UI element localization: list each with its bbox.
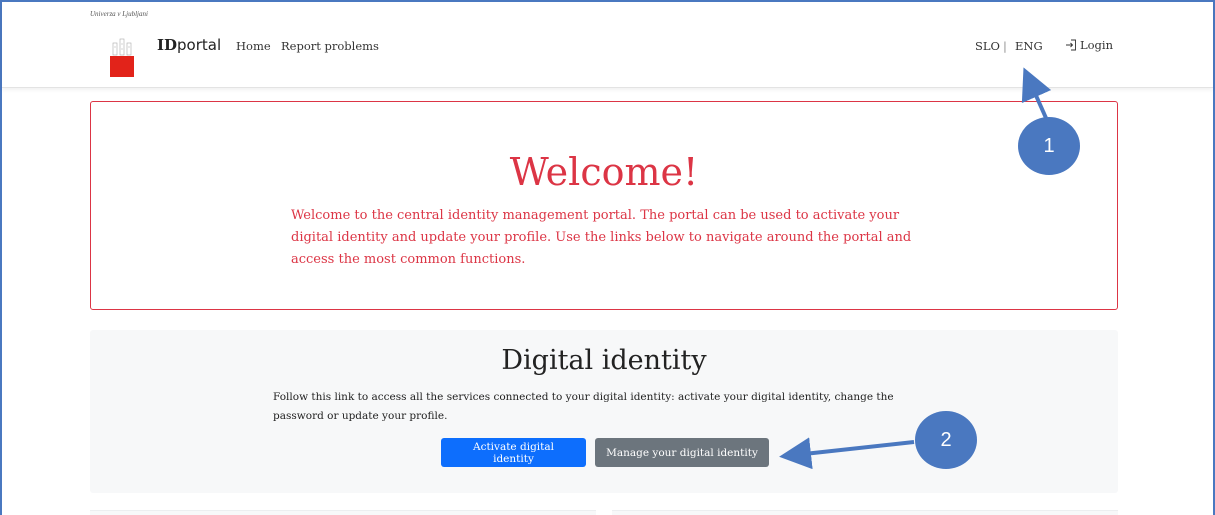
lang-eng-link[interactable]: ENG [1015, 39, 1043, 53]
lang-slo-link[interactable]: SLO [975, 39, 1000, 53]
annotation-marker-1: 1 [1018, 117, 1080, 175]
login-icon [1066, 39, 1076, 51]
annotation-marker-2: 2 [915, 411, 977, 469]
digital-identity-title: Digital identity [501, 345, 707, 376]
manage-digital-identity-button[interactable]: Manage your digital identity [595, 438, 769, 467]
digital-identity-text: Follow this link to access all the servi… [273, 391, 894, 422]
login-label: Login [1080, 38, 1114, 52]
brand-bold: ID [157, 36, 178, 54]
bottom-card-right [612, 510, 1118, 515]
welcome-title: Welcome! [509, 150, 699, 194]
digital-identity-card: Digital identity Follow this link to acc… [90, 330, 1118, 493]
nav-home-link[interactable]: Home [236, 39, 271, 53]
university-name: Univerza v Ljubljani [90, 10, 148, 18]
lang-separator: | [1003, 39, 1007, 53]
welcome-card: Welcome! Welcome to the central identity… [90, 101, 1118, 310]
nav-report-problems-link[interactable]: Report problems [281, 39, 379, 53]
bottom-card-left [90, 510, 596, 515]
welcome-text: Welcome to the central identity manageme… [291, 208, 912, 267]
activate-digital-identity-button[interactable]: Activate digital identity [441, 438, 586, 467]
brand-title[interactable]: IDportal [157, 36, 221, 54]
brand-rest: portal [177, 36, 222, 54]
university-logo-icon[interactable] [110, 36, 134, 78]
login-button[interactable]: Login [1065, 38, 1113, 52]
